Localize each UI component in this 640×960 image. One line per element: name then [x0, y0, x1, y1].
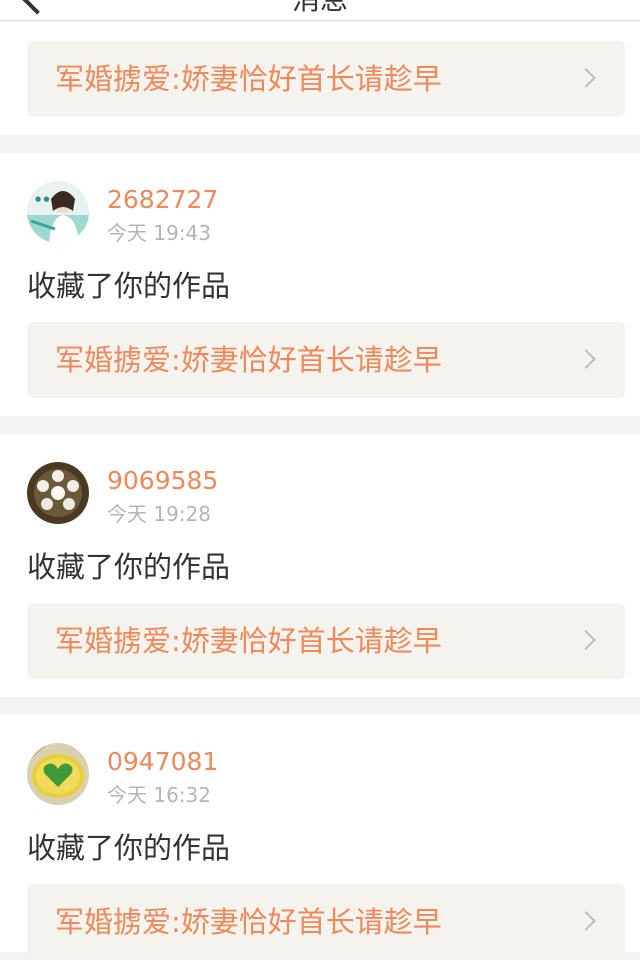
notification-card: ● ● 2682727 今天 19:43 收藏了你的作品 军婚掳爱:娇妻恰好首长… — [0, 153, 640, 416]
work-link[interactable]: 军婚掳爱:娇妻恰好首长请趁早 — [27, 603, 625, 679]
work-title: 军婚掳爱:娇妻恰好首长请趁早 — [55, 343, 442, 377]
action-text: 收藏了你的作品 — [27, 550, 231, 584]
username[interactable]: 9069585 — [107, 466, 218, 496]
timestamp: 今天 16:32 — [107, 783, 211, 807]
avatar[interactable] — [27, 743, 89, 805]
woman-photo-avatar-icon: ● ● — [27, 181, 89, 243]
top-bar: 消息 — [0, 0, 640, 21]
work-title: 军婚掳爱:娇妻恰好首长请趁早 — [55, 905, 442, 939]
username[interactable]: 2682727 — [107, 185, 218, 215]
work-title: 军婚掳爱:娇妻恰好首长请趁早 — [55, 62, 442, 96]
chevron-right-icon — [576, 630, 596, 650]
action-text: 收藏了你的作品 — [27, 831, 231, 865]
work-title: 军婚掳爱:娇妻恰好首长请趁早 — [55, 624, 442, 658]
svg-text:● ●: ● ● — [35, 195, 49, 203]
avatar[interactable] — [27, 462, 89, 524]
avatar[interactable]: ● ● — [27, 181, 89, 243]
pearl-brooch-avatar-icon — [27, 462, 89, 524]
notification-card: 9069585 今天 19:28 收藏了你的作品 军婚掳爱:娇妻恰好首长请趁早 — [0, 434, 640, 697]
chevron-right-icon — [576, 68, 596, 88]
notification-card: 军婚掳爱:娇妻恰好首长请趁早 — [0, 22, 640, 135]
back-arrow-icon[interactable] — [21, 0, 53, 15]
work-link[interactable]: 军婚掳爱:娇妻恰好首长请趁早 — [27, 41, 625, 117]
timestamp: 今天 19:28 — [107, 502, 211, 526]
action-text: 收藏了你的作品 — [27, 269, 231, 303]
chevron-right-icon — [576, 911, 596, 931]
chevron-right-icon — [576, 349, 596, 369]
work-link[interactable]: 军婚掳爱:娇妻恰好首长请趁早 — [27, 884, 625, 960]
notification-card: 0947081 今天 16:32 收藏了你的作品 军婚掳爱:娇妻恰好首长请趁早 — [0, 715, 640, 960]
green-heart-avatar-icon — [27, 743, 89, 805]
timestamp: 今天 19:43 — [107, 221, 211, 245]
page-title: 消息 — [292, 0, 348, 14]
work-link[interactable]: 军婚掳爱:娇妻恰好首长请趁早 — [27, 322, 625, 398]
username[interactable]: 0947081 — [107, 747, 218, 777]
